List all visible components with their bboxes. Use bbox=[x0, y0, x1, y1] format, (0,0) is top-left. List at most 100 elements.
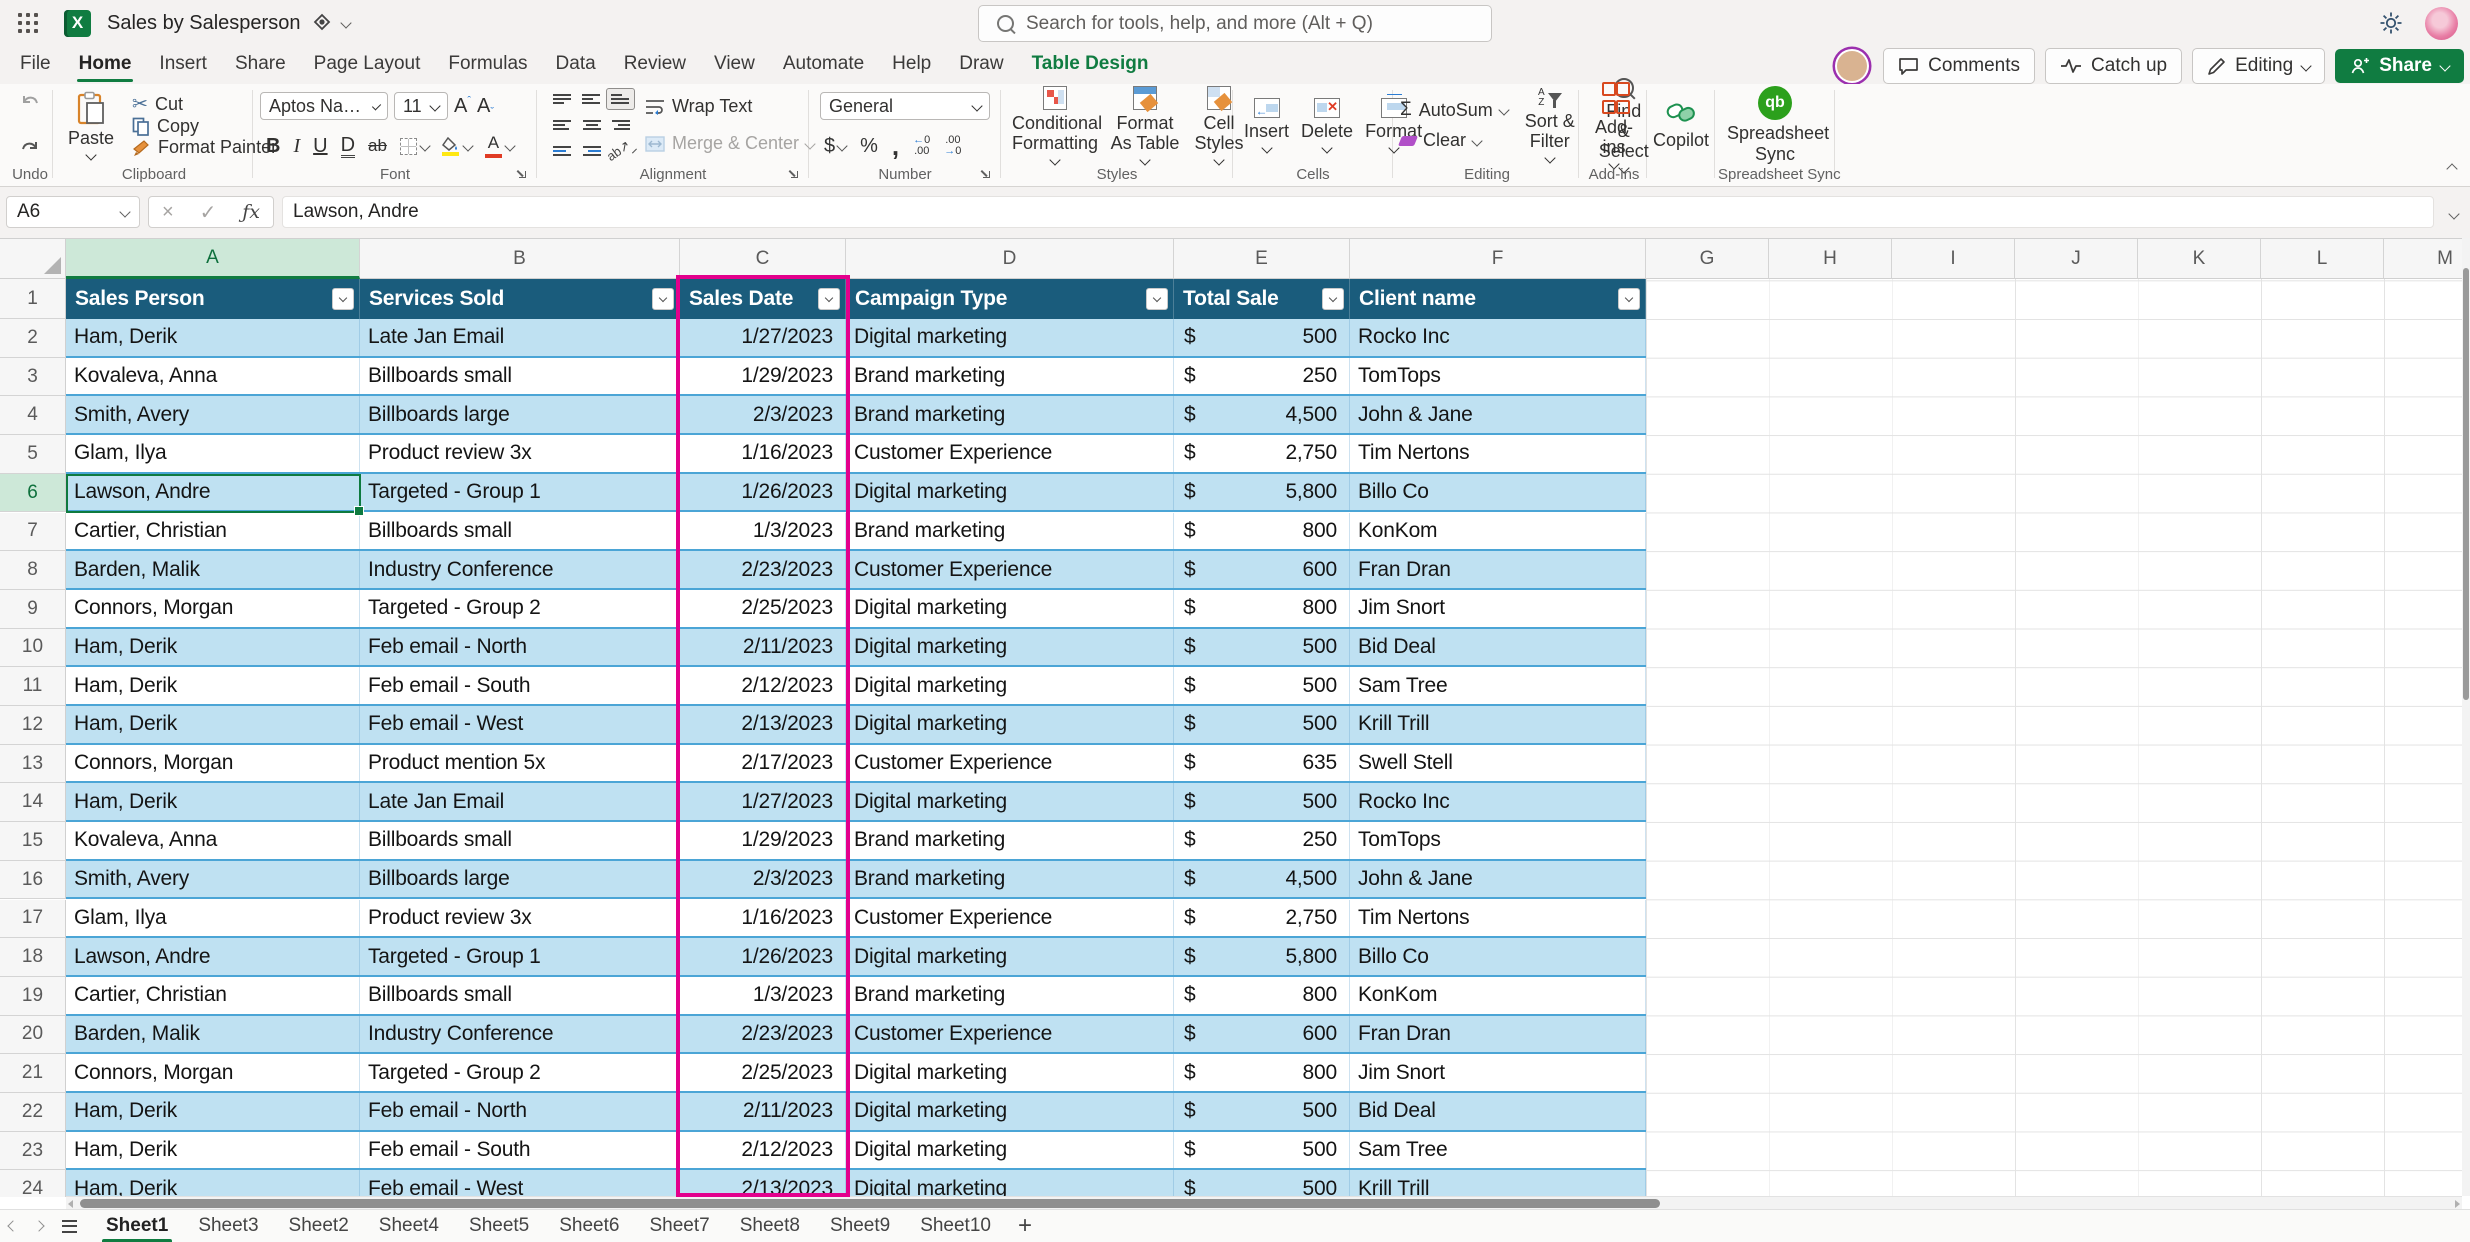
cell-e2[interactable]: $500 bbox=[1174, 319, 1350, 356]
text-orientation-button[interactable]: ab↗ bbox=[606, 140, 635, 162]
cell-a24[interactable]: Ham, Derik bbox=[66, 1170, 360, 1197]
cell-e5[interactable]: $2,750 bbox=[1174, 435, 1350, 472]
column-header-b[interactable]: B bbox=[360, 239, 680, 279]
tab-home[interactable]: Home bbox=[65, 46, 146, 84]
cell-c6[interactable]: 1/26/2023 bbox=[680, 474, 846, 511]
column-header-i[interactable]: I bbox=[1892, 239, 2015, 279]
cell-d5[interactable]: Customer Experience bbox=[846, 435, 1174, 472]
tab-share[interactable]: Share bbox=[221, 46, 300, 84]
cell-f9[interactable]: Jim Snort bbox=[1350, 590, 1646, 627]
row-header-2[interactable]: 2 bbox=[0, 319, 66, 358]
cell-d19[interactable]: Brand marketing bbox=[846, 977, 1174, 1014]
row-header-19[interactable]: 19 bbox=[0, 977, 66, 1016]
cell-e4[interactable]: $4,500 bbox=[1174, 396, 1350, 433]
cell-b10[interactable]: Feb email - North bbox=[360, 629, 680, 666]
clear-button[interactable]: Clear bbox=[1400, 130, 1508, 151]
redo-icon[interactable] bbox=[19, 138, 41, 158]
cell-a21[interactable]: Connors, Morgan bbox=[66, 1054, 360, 1091]
cell-d20[interactable]: Customer Experience bbox=[846, 1016, 1174, 1053]
font-dialog-launcher-icon[interactable] bbox=[517, 169, 527, 179]
underline-button[interactable]: U bbox=[313, 135, 327, 158]
cell-f4[interactable]: John & Jane bbox=[1350, 396, 1646, 433]
cell-a23[interactable]: Ham, Derik bbox=[66, 1132, 360, 1169]
cell-b2[interactable]: Late Jan Email bbox=[360, 319, 680, 356]
row-header-6[interactable]: 6 bbox=[0, 474, 66, 513]
cell-f23[interactable]: Sam Tree bbox=[1350, 1132, 1646, 1169]
cell-e3[interactable]: $250 bbox=[1174, 358, 1350, 395]
tab-table-design[interactable]: Table Design bbox=[1018, 46, 1163, 84]
cell-b6[interactable]: Targeted - Group 1 bbox=[360, 474, 680, 511]
cell-c2[interactable]: 1/27/2023 bbox=[680, 319, 846, 356]
cell-f16[interactable]: John & Jane bbox=[1350, 861, 1646, 898]
row-header-4[interactable]: 4 bbox=[0, 396, 66, 435]
align-right-button[interactable] bbox=[606, 114, 635, 136]
copy-button[interactable]: Copy bbox=[132, 116, 277, 137]
cell-f17[interactable]: Tim Nertons bbox=[1350, 900, 1646, 937]
cell-c23[interactable]: 2/12/2023 bbox=[680, 1132, 846, 1169]
cell-d16[interactable]: Brand marketing bbox=[846, 861, 1174, 898]
cell-e18[interactable]: $5,800 bbox=[1174, 938, 1350, 975]
filter-button-e[interactable] bbox=[1322, 288, 1344, 310]
align-center-button[interactable] bbox=[577, 114, 606, 136]
cell-b20[interactable]: Industry Conference bbox=[360, 1016, 680, 1053]
row-header-21[interactable]: 21 bbox=[0, 1054, 66, 1093]
cell-c11[interactable]: 2/12/2023 bbox=[680, 667, 846, 704]
row-header-7[interactable]: 7 bbox=[0, 513, 66, 552]
cell-f14[interactable]: Rocko Inc bbox=[1350, 783, 1646, 820]
column-header-c[interactable]: C bbox=[680, 239, 846, 279]
cell-f13[interactable]: Swell Stell bbox=[1350, 745, 1646, 782]
tab-insert[interactable]: Insert bbox=[145, 46, 221, 84]
row-header-17[interactable]: 17 bbox=[0, 900, 66, 939]
increase-decimal-button[interactable]: ←0.00 bbox=[913, 135, 930, 158]
cell-e10[interactable]: $500 bbox=[1174, 629, 1350, 666]
sheet-tab-sheet4[interactable]: Sheet4 bbox=[364, 1210, 454, 1242]
alignment-dialog-launcher-icon[interactable] bbox=[789, 169, 799, 179]
tab-view[interactable]: View bbox=[700, 46, 769, 84]
cell-d11[interactable]: Digital marketing bbox=[846, 667, 1174, 704]
increase-indent-button[interactable] bbox=[577, 140, 606, 162]
delete-cells-button[interactable]: ✕ Delete bbox=[1295, 98, 1359, 152]
cell-e21[interactable]: $800 bbox=[1174, 1054, 1350, 1091]
expand-formula-bar-icon[interactable] bbox=[2450, 205, 2458, 223]
cell-b21[interactable]: Targeted - Group 2 bbox=[360, 1054, 680, 1091]
table-header-total-sale[interactable]: Total Sale bbox=[1174, 279, 1350, 319]
sheet-tab-sheet5[interactable]: Sheet5 bbox=[454, 1210, 544, 1242]
cell-c5[interactable]: 1/16/2023 bbox=[680, 435, 846, 472]
vertical-scrollbar[interactable] bbox=[2462, 238, 2470, 1196]
row-header-11[interactable]: 11 bbox=[0, 667, 66, 706]
cell-a2[interactable]: Ham, Derik bbox=[66, 319, 360, 356]
cell-e16[interactable]: $4,500 bbox=[1174, 861, 1350, 898]
currency-format-button[interactable]: $ bbox=[824, 135, 846, 158]
decrease-indent-button[interactable] bbox=[548, 140, 577, 162]
cell-d23[interactable]: Digital marketing bbox=[846, 1132, 1174, 1169]
cell-c24[interactable]: 2/13/2023 bbox=[680, 1170, 846, 1197]
cell-e23[interactable]: $500 bbox=[1174, 1132, 1350, 1169]
filter-button-d[interactable] bbox=[1146, 288, 1168, 310]
cell-e13[interactable]: $635 bbox=[1174, 745, 1350, 782]
confirm-entry-icon[interactable]: ✓ bbox=[200, 200, 217, 225]
search-input[interactable]: Search for tools, help, and more (Alt + … bbox=[978, 5, 1492, 42]
column-header-a[interactable]: A bbox=[66, 239, 360, 279]
row-header-1[interactable]: 1 bbox=[0, 279, 66, 319]
cell-f18[interactable]: Billo Co bbox=[1350, 938, 1646, 975]
cell-d2[interactable]: Digital marketing bbox=[846, 319, 1174, 356]
autosum-button[interactable]: ΣAutoSum bbox=[1400, 99, 1508, 121]
cell-e22[interactable]: $500 bbox=[1174, 1093, 1350, 1130]
cell-d13[interactable]: Customer Experience bbox=[846, 745, 1174, 782]
cell-d12[interactable]: Digital marketing bbox=[846, 706, 1174, 743]
sheet-tab-sheet9[interactable]: Sheet9 bbox=[815, 1210, 905, 1242]
sensitivity-label-icon[interactable] bbox=[312, 13, 332, 33]
cell-f7[interactable]: KonKom bbox=[1350, 513, 1646, 550]
cell-a4[interactable]: Smith, Avery bbox=[66, 396, 360, 433]
cell-c14[interactable]: 1/27/2023 bbox=[680, 783, 846, 820]
column-header-m[interactable]: M bbox=[2384, 239, 2462, 279]
format-painter-button[interactable]: Format Painter bbox=[132, 137, 277, 158]
grow-font-button[interactable]: Aˆ bbox=[454, 95, 471, 118]
document-title[interactable]: Sales by Salesperson bbox=[107, 12, 300, 35]
cell-a5[interactable]: Glam, Ilya bbox=[66, 435, 360, 472]
catch-up-button[interactable]: Catch up bbox=[2045, 48, 2182, 84]
cell-f11[interactable]: Sam Tree bbox=[1350, 667, 1646, 704]
tab-formulas[interactable]: Formulas bbox=[434, 46, 541, 84]
column-header-f[interactable]: F bbox=[1350, 239, 1646, 279]
cell-d22[interactable]: Digital marketing bbox=[846, 1093, 1174, 1130]
